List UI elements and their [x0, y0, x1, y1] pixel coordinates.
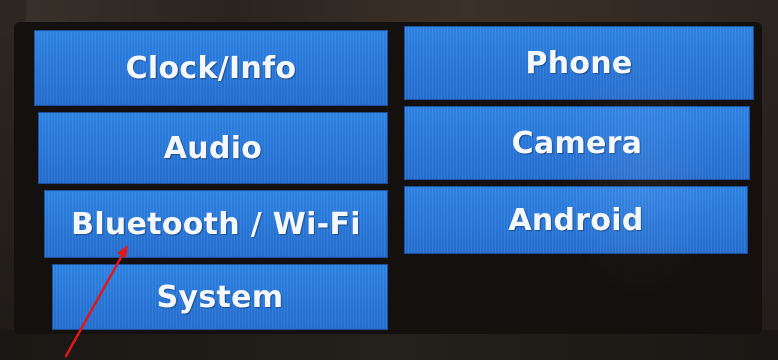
phone-button[interactable]: Phone: [404, 26, 754, 100]
clock-info-button[interactable]: Clock/Info: [34, 30, 388, 106]
system-label: System: [156, 279, 284, 315]
audio-label: Audio: [163, 130, 263, 166]
phone-label: Phone: [525, 45, 633, 81]
android-label: Android: [508, 202, 644, 238]
bluetooth-wifi-button[interactable]: Bluetooth / Wi-Fi: [44, 190, 388, 258]
background-bottom: [0, 330, 778, 360]
audio-button[interactable]: Audio: [38, 112, 388, 184]
bluetooth-wifi-label: Bluetooth / Wi-Fi: [71, 206, 361, 242]
android-button[interactable]: Android: [404, 186, 748, 254]
clock-info-label: Clock/Info: [125, 50, 297, 86]
system-button[interactable]: System: [52, 264, 388, 330]
camera-label: Camera: [511, 125, 643, 161]
camera-button[interactable]: Camera: [404, 106, 750, 180]
